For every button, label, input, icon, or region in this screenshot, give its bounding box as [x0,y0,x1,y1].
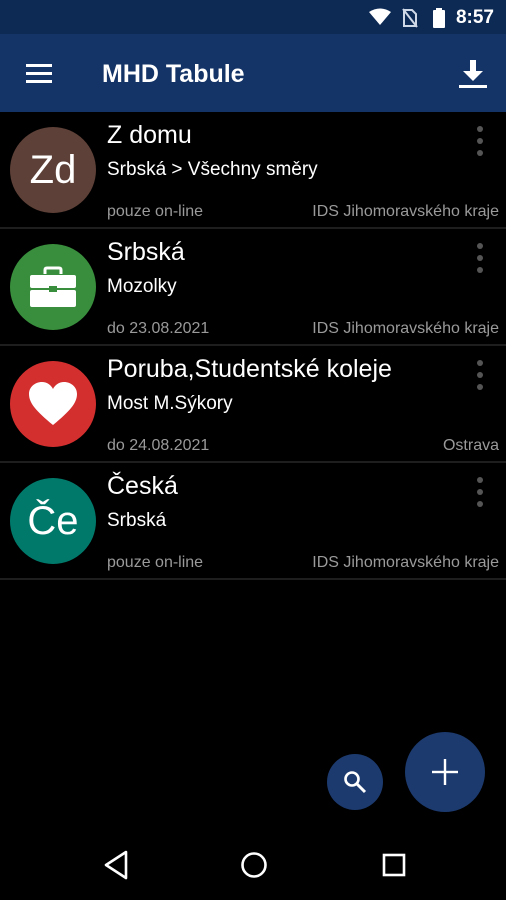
board-region: IDS Jihomoravského kraje [312,203,499,220]
avatar: Če [10,478,96,564]
board-validity: do 23.08.2021 [107,320,210,337]
board-route: Srbská > Všechny směry [107,159,318,180]
avatar: Zd [10,127,96,213]
list-item[interactable]: Zd Z domu Srbská > Všechny směry pouze o… [0,112,506,229]
board-region: IDS Jihomoravského kraje [312,320,499,337]
recents-icon[interactable] [374,848,414,882]
search-icon [344,771,367,794]
board-route: Most M.Sýkory [107,393,233,414]
board-route: Srbská [107,510,167,531]
board-name: Z domu [107,121,192,149]
plus-icon [432,759,458,785]
avatar [10,244,96,330]
board-route: Mozolky [107,276,177,297]
briefcase-icon [30,266,76,307]
system-nav-bar [0,830,506,900]
board-validity: pouze on-line [107,203,204,220]
list-item[interactable]: Če Česká Srbská pouze on-line IDS Jihomo… [0,463,506,580]
board-name: Poruba,Studentské koleje [107,355,392,383]
board-region: Ostrava [442,437,499,454]
board-list: Zd Z domu Srbská > Všechny směry pouze o… [0,112,506,580]
page-title: MHD Tabule [102,60,245,88]
battery-icon [433,8,445,28]
board-name: Česká [107,472,178,500]
search-button[interactable] [327,754,383,810]
hamburger-menu-icon [26,64,52,67]
list-item[interactable]: Srbská Mozolky do 23.08.2021 IDS Jihomor… [0,229,506,346]
board-name: Srbská [107,238,185,266]
app-bar: MHD Tabule [0,34,506,112]
menu-button[interactable] [24,62,56,86]
wifi-icon [369,8,391,25]
list-item[interactable]: Poruba,Studentské koleje Most M.Sýkory d… [0,346,506,463]
more-vert-icon[interactable] [472,475,488,509]
clock: 8:57 [455,7,494,28]
more-vert-icon[interactable] [472,241,488,275]
avatar [10,361,96,447]
back-icon[interactable] [96,848,136,882]
more-vert-icon[interactable] [472,358,488,392]
status-bar: 8:57 [0,0,506,34]
home-icon[interactable] [234,848,274,882]
board-region: IDS Jihomoravského kraje [312,554,499,571]
download-icon[interactable] [456,58,490,90]
board-validity: do 24.08.2021 [107,437,210,454]
heart-icon [29,382,77,425]
more-vert-icon[interactable] [472,124,488,158]
add-button[interactable] [405,732,485,812]
board-validity: pouze on-line [107,554,204,571]
no-sim-icon [402,8,418,28]
